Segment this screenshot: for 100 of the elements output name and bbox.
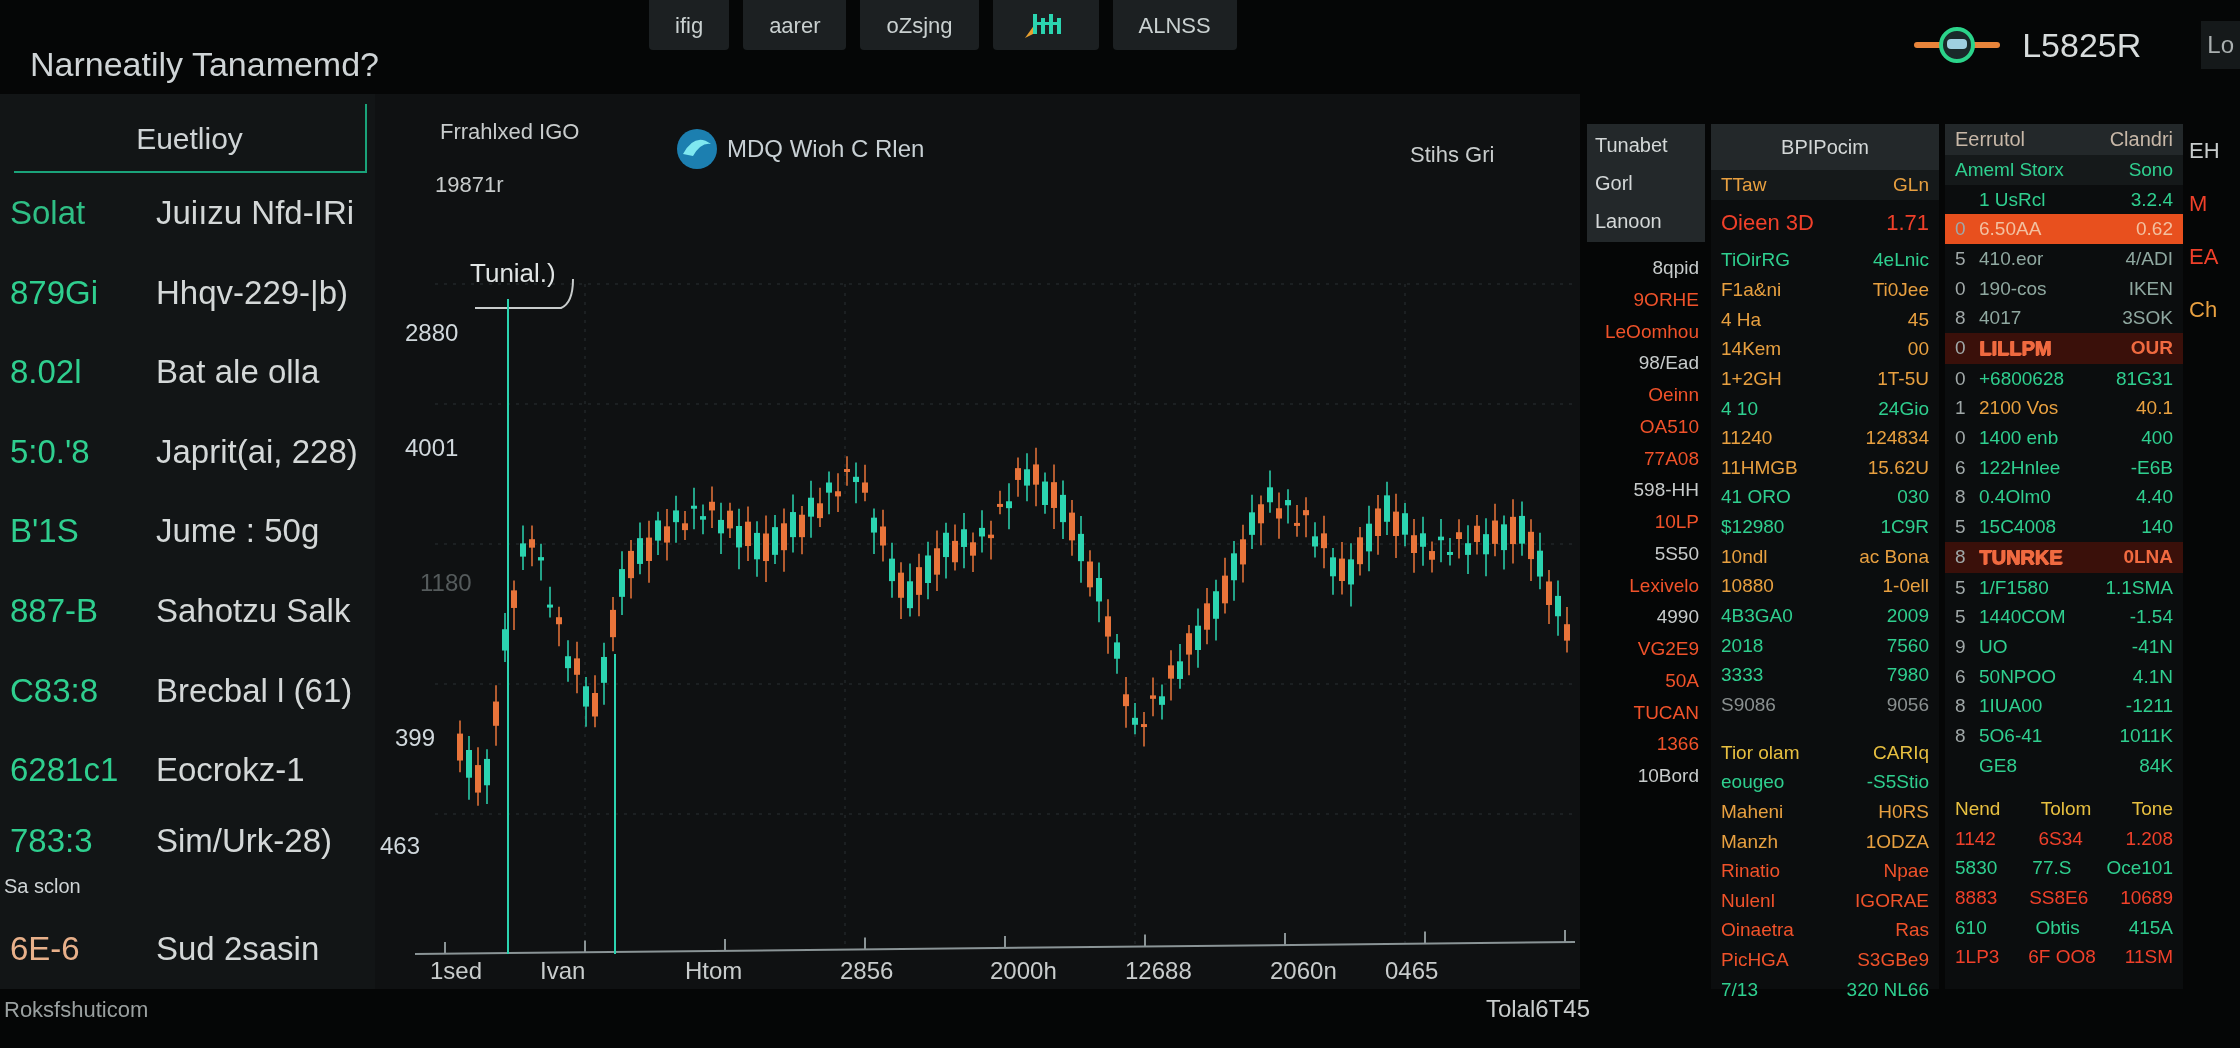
order-value: 400	[2141, 426, 2173, 451]
order-value: 84K	[2139, 753, 2173, 778]
board-label: TUCAN	[1632, 700, 1700, 725]
order-name: 50NPOO	[1979, 664, 2057, 689]
order-value: 77.S	[2032, 856, 2072, 881]
top-tab[interactable]: ALNSS	[1112, 0, 1237, 50]
price-value: 7560	[1886, 633, 1929, 658]
axis-label: 2000h	[990, 957, 1057, 984]
axis-label: 2880	[405, 319, 459, 346]
order-value: 6F OO8	[2028, 945, 2096, 970]
chart-tab[interactable]	[992, 0, 1099, 50]
chart-footer-text: Tolal6T45	[1485, 994, 1590, 1024]
price-value: 1T-5U	[1877, 366, 1929, 391]
price-value: Ti0Jee	[1872, 277, 1929, 302]
board-label: 10Bord	[1636, 764, 1700, 788]
watchlist-value: 6E-6	[9, 929, 81, 970]
board-label: 1366	[1655, 732, 1700, 757]
row-index: 0	[1955, 335, 1967, 360]
column-subtitle: Ameml Storx	[1955, 158, 2064, 182]
price-value: Nulenl	[1721, 888, 1775, 913]
edge-label: EA	[2189, 243, 2220, 271]
watchlist-value: 5:0.'8	[9, 431, 91, 472]
board-label: VG2E9	[1636, 637, 1700, 661]
order-value: 3SOK	[2122, 306, 2173, 331]
watchlist-value: 8.02l	[9, 352, 83, 393]
gauge-icon	[1912, 25, 2003, 65]
chart-sub-label: 19871r	[435, 172, 504, 197]
row-index: 5	[1955, 246, 1967, 271]
order-value: IKEN	[2128, 276, 2173, 301]
column-subtitle: CARIq	[1873, 740, 1929, 765]
axis-label: 399	[395, 724, 436, 751]
order-value: 40.1	[2136, 396, 2173, 421]
row-index: 0	[1955, 366, 1967, 391]
order-value: 610	[1955, 915, 1987, 940]
column-subtitle: Tone	[2131, 797, 2173, 822]
watchlist-value: 887-B	[9, 591, 100, 631]
price-value: S3GBe9	[1857, 948, 1929, 973]
order-name: 2100 Vos	[1979, 396, 2059, 421]
price-value: 24Gio	[1878, 396, 1929, 421]
order-value: SS8E6	[2029, 886, 2089, 911]
axis-label: Htom	[685, 957, 743, 984]
axis-label: 2856	[840, 957, 894, 984]
price-value: Maheni	[1721, 799, 1784, 824]
row-index: 8	[1955, 694, 1967, 719]
price-value: 4eLnic	[1873, 248, 1929, 273]
order-value: OUR	[2130, 335, 2173, 360]
order-value: 4.1N	[2132, 664, 2173, 689]
top-tab[interactable]: ifig	[649, 0, 730, 50]
price-value: Ras	[1895, 918, 1929, 943]
row-index: 5	[1955, 575, 1967, 600]
axis-label: 4001	[405, 434, 459, 461]
watchlist-label: Juiızu Nfd-IRi	[156, 193, 355, 234]
price-value: 45	[1907, 307, 1929, 332]
order-value: 1011K	[2119, 723, 2173, 748]
ticker-label: Lo	[2201, 21, 2240, 69]
row-index: 9	[1955, 634, 1967, 659]
price-value: 2018	[1721, 633, 1764, 658]
axis-label: 1sed	[430, 957, 483, 984]
order-name: +6800628	[1979, 366, 2065, 391]
axis-label: 1180	[420, 569, 472, 596]
order-value: 4/ADI	[2125, 246, 2173, 271]
header-label: Gorl	[1595, 171, 1634, 196]
order-value: 1.1SMA	[2105, 575, 2173, 600]
order-name: 1400 enb	[1979, 426, 2059, 451]
price-value: Npae	[1883, 859, 1929, 884]
price-value: Oinaetra	[1721, 918, 1794, 943]
board-label: 77A08	[1643, 446, 1700, 471]
order-name: 6.50AA	[1979, 217, 2042, 242]
row-index: 8	[1955, 544, 1967, 569]
board-label: 98/Ead	[1637, 351, 1700, 376]
row-index: 1	[1955, 396, 1967, 421]
order-name: 1440COM	[1979, 605, 2066, 630]
row-index: 8	[1955, 485, 1967, 510]
top-tab[interactable]: oZsjng	[860, 0, 979, 50]
watchlist-label: Eocrokz-1	[156, 750, 305, 791]
order-value: -1211	[2125, 694, 2173, 719]
price-value: 14Kem	[1721, 337, 1782, 362]
footer-text: Roksfshuticom	[3, 995, 149, 1024]
price-value: 320 NL66	[1846, 977, 1929, 1002]
order-name: UO	[1979, 634, 2008, 659]
price-value: 1+2GH	[1721, 366, 1782, 391]
watchlist-value: 879Gi	[9, 272, 100, 313]
order-value: 10689	[2120, 886, 2173, 911]
top-tab[interactable]: aarer	[743, 0, 847, 50]
order-value: 415A	[2128, 915, 2173, 940]
price-value: 41 ORO	[1721, 485, 1791, 510]
price-value: 00	[1907, 337, 1929, 362]
price-value: -S5Stio	[1866, 770, 1929, 795]
price-value: IGORAE	[1855, 888, 1929, 913]
row-index: 6	[1955, 455, 1967, 480]
price-value: 1-0ell	[1882, 574, 1929, 599]
price-value: Oieen 3D	[1721, 208, 1814, 237]
order-value: Oce101	[2106, 856, 2173, 881]
order-value: 6S34	[2038, 826, 2083, 851]
board-label: 10LP	[1653, 510, 1700, 534]
board-label: 598-HH	[1632, 478, 1700, 503]
order-value: 140	[2141, 515, 2173, 540]
price-value: H0RS	[1878, 799, 1929, 824]
order-value: -1.54	[2129, 605, 2173, 630]
board-label: Oeinn	[1647, 383, 1700, 407]
